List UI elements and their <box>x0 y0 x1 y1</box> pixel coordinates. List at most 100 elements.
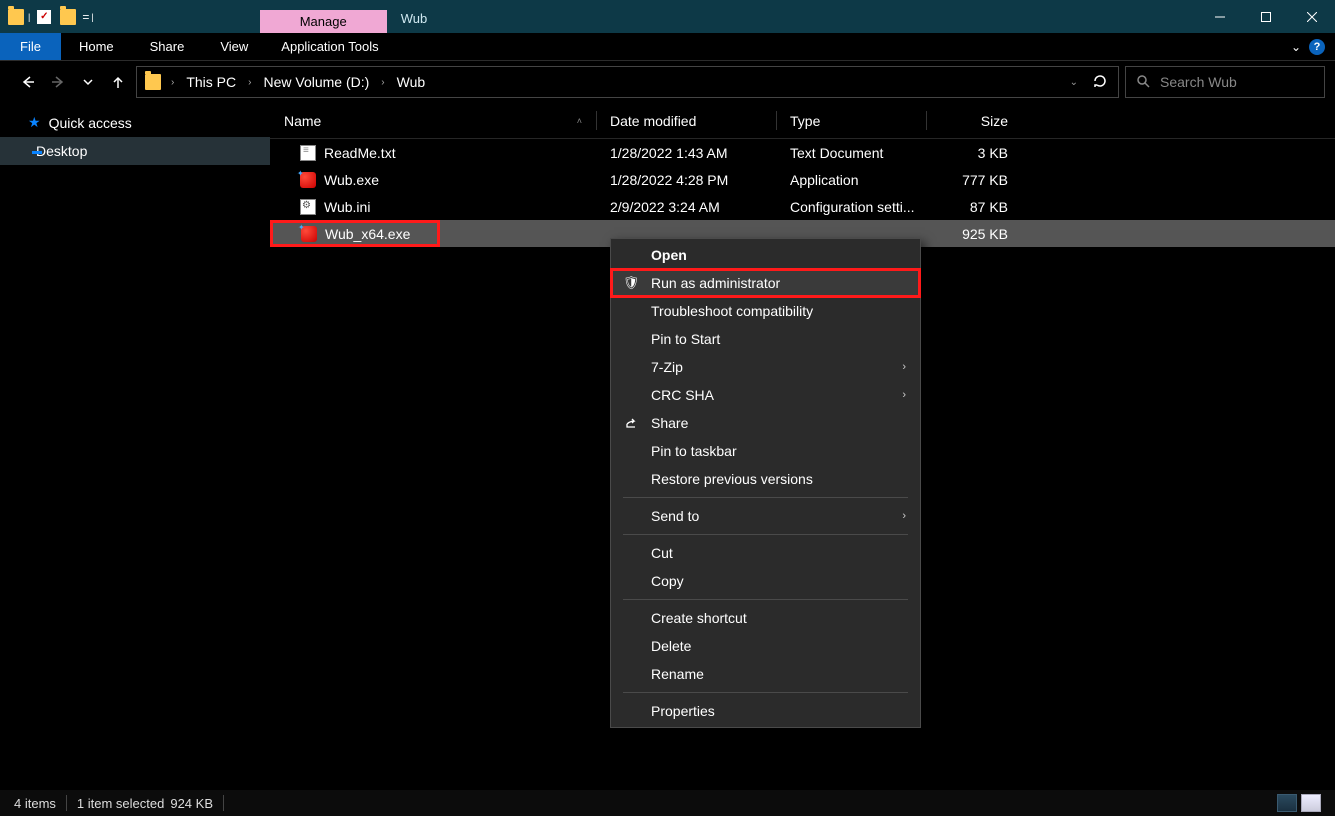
menu-item-pin-taskbar[interactable]: Pin to taskbar <box>611 437 920 465</box>
minimize-button[interactable] <box>1197 0 1243 33</box>
share-icon <box>623 415 639 431</box>
recent-dropdown[interactable] <box>76 70 100 94</box>
file-date: 1/28/2022 4:28 PM <box>596 172 776 188</box>
tab-view[interactable]: View <box>202 34 266 59</box>
menu-item-crc-sha[interactable]: CRC SHA› <box>611 381 920 409</box>
file-size: 87 KB <box>926 199 1022 215</box>
title-bar: | ✓ = | Manage Wub <box>0 0 1335 33</box>
properties-icon[interactable]: ✓ <box>34 7 54 27</box>
chevron-down-icon[interactable]: ⌄ <box>1070 77 1078 88</box>
breadcrumb-this-pc[interactable]: This PC <box>182 74 240 90</box>
sort-indicator-icon: ˄ <box>577 116 582 126</box>
menu-item-create-shortcut[interactable]: Create shortcut <box>611 604 920 632</box>
navigation-pane: ★ Quick access Desktop <box>0 103 270 790</box>
menu-item-rename[interactable]: Rename <box>611 660 920 688</box>
menu-item-troubleshoot[interactable]: Troubleshoot compatibility <box>611 297 920 325</box>
menu-item-share[interactable]: Share <box>611 409 920 437</box>
sidebar-item-label: Quick access <box>49 115 132 131</box>
menu-item-7zip[interactable]: 7-Zip› <box>611 353 920 381</box>
exe-file-icon <box>301 226 317 242</box>
menu-item-delete[interactable]: Delete <box>611 632 920 660</box>
tab-application-tools[interactable]: Application Tools <box>263 34 396 59</box>
file-size: 925 KB <box>926 226 1022 242</box>
file-row[interactable]: ReadMe.txt 1/28/2022 1:43 AM Text Docume… <box>270 139 1335 166</box>
file-type: Application <box>776 172 926 188</box>
ini-file-icon <box>300 199 316 215</box>
file-list: ReadMe.txt 1/28/2022 1:43 AM Text Docume… <box>270 139 1335 247</box>
chevron-right-icon[interactable]: › <box>379 77 386 88</box>
sidebar-item-desktop[interactable]: Desktop <box>0 137 270 165</box>
separator-icon: | <box>28 12 30 22</box>
menu-separator <box>623 534 908 535</box>
file-tab[interactable]: File <box>0 33 61 60</box>
file-name: Wub.exe <box>324 172 379 188</box>
breadcrumb-folder[interactable]: Wub <box>393 74 430 90</box>
help-icon[interactable]: ? <box>1309 39 1325 55</box>
breadcrumb-drive[interactable]: New Volume (D:) <box>259 74 373 90</box>
forward-button[interactable] <box>46 70 70 94</box>
text-file-icon <box>300 145 316 161</box>
file-name: Wub.ini <box>324 199 370 215</box>
menu-separator <box>623 692 908 693</box>
sidebar-item-quick-access[interactable]: ★ Quick access <box>0 108 270 137</box>
status-bar: 4 items 1 item selected 924 KB <box>0 790 1335 816</box>
search-placeholder: Search Wub <box>1160 74 1237 90</box>
menu-item-open[interactable]: Open <box>611 241 920 269</box>
close-button[interactable] <box>1289 0 1335 33</box>
status-selection: 1 item selected <box>77 796 164 811</box>
folder-icon <box>143 72 163 92</box>
tab-share[interactable]: Share <box>132 34 203 59</box>
tab-home[interactable]: Home <box>61 34 132 59</box>
maximize-button[interactable] <box>1243 0 1289 33</box>
menu-separator <box>623 599 908 600</box>
file-type: Text Document <box>776 145 926 161</box>
menu-item-pin-start[interactable]: Pin to Start <box>611 325 920 353</box>
quick-access-toolbar: | ✓ = | <box>0 0 100 33</box>
file-date: 1/28/2022 1:43 AM <box>596 145 776 161</box>
main-area: ★ Quick access Desktop Name˄ Date modifi… <box>0 103 1335 790</box>
back-button[interactable] <box>16 70 40 94</box>
menu-item-properties[interactable]: Properties <box>611 697 920 725</box>
sidebar-item-label: Desktop <box>36 143 87 159</box>
column-headers: Name˄ Date modified Type Size <box>270 103 1335 139</box>
navigation-bar: › This PC › New Volume (D:) › Wub ⌄ Sear… <box>0 61 1335 103</box>
status-size: 924 KB <box>170 796 213 811</box>
column-date[interactable]: Date modified <box>596 103 776 138</box>
address-bar[interactable]: › This PC › New Volume (D:) › Wub ⌄ <box>136 66 1119 98</box>
menu-item-cut[interactable]: Cut <box>611 539 920 567</box>
details-view-button[interactable] <box>1277 794 1297 812</box>
separator-icon: | <box>91 12 93 22</box>
chevron-right-icon: › <box>902 361 906 373</box>
column-name[interactable]: Name˄ <box>270 103 596 138</box>
shield-icon: 🛡 <box>623 275 639 291</box>
up-button[interactable] <box>106 70 130 94</box>
context-menu: Open 🛡 Run as administrator Troubleshoot… <box>610 238 921 728</box>
ribbon-tabs: File Home Share View Application Tools ⌄… <box>0 33 1335 61</box>
manage-context-tab[interactable]: Manage <box>260 10 387 33</box>
context-tab-area: Manage Wub <box>260 0 441 33</box>
file-row[interactable]: Wub.ini 2/9/2022 3:24 AM Configuration s… <box>270 193 1335 220</box>
search-input[interactable]: Search Wub <box>1125 66 1325 98</box>
file-type: Configuration setti... <box>776 199 926 215</box>
chevron-right-icon[interactable]: › <box>169 77 176 88</box>
refresh-icon[interactable] <box>1092 73 1108 92</box>
status-item-count: 4 items <box>14 796 56 811</box>
thumbnails-view-button[interactable] <box>1301 794 1321 812</box>
chevron-down-icon[interactable]: ⌄ <box>1291 40 1301 54</box>
column-size[interactable]: Size <box>926 103 1022 138</box>
chevron-right-icon[interactable]: › <box>246 77 253 88</box>
folder-icon[interactable] <box>6 7 26 27</box>
file-name: ReadMe.txt <box>324 145 396 161</box>
menu-item-restore[interactable]: Restore previous versions <box>611 465 920 493</box>
folder-icon[interactable] <box>58 7 78 27</box>
file-name: Wub_x64.exe <box>325 226 410 242</box>
star-icon: ★ <box>28 114 41 131</box>
column-type[interactable]: Type <box>776 103 926 138</box>
menu-item-run-as-admin[interactable]: 🛡 Run as administrator <box>611 269 920 297</box>
file-row[interactable]: Wub.exe 1/28/2022 4:28 PM Application 77… <box>270 166 1335 193</box>
chevron-right-icon: › <box>902 510 906 522</box>
separator <box>66 795 67 811</box>
menu-item-copy[interactable]: Copy <box>611 567 920 595</box>
view-toggle <box>1277 794 1321 812</box>
menu-item-send-to[interactable]: Send to› <box>611 502 920 530</box>
